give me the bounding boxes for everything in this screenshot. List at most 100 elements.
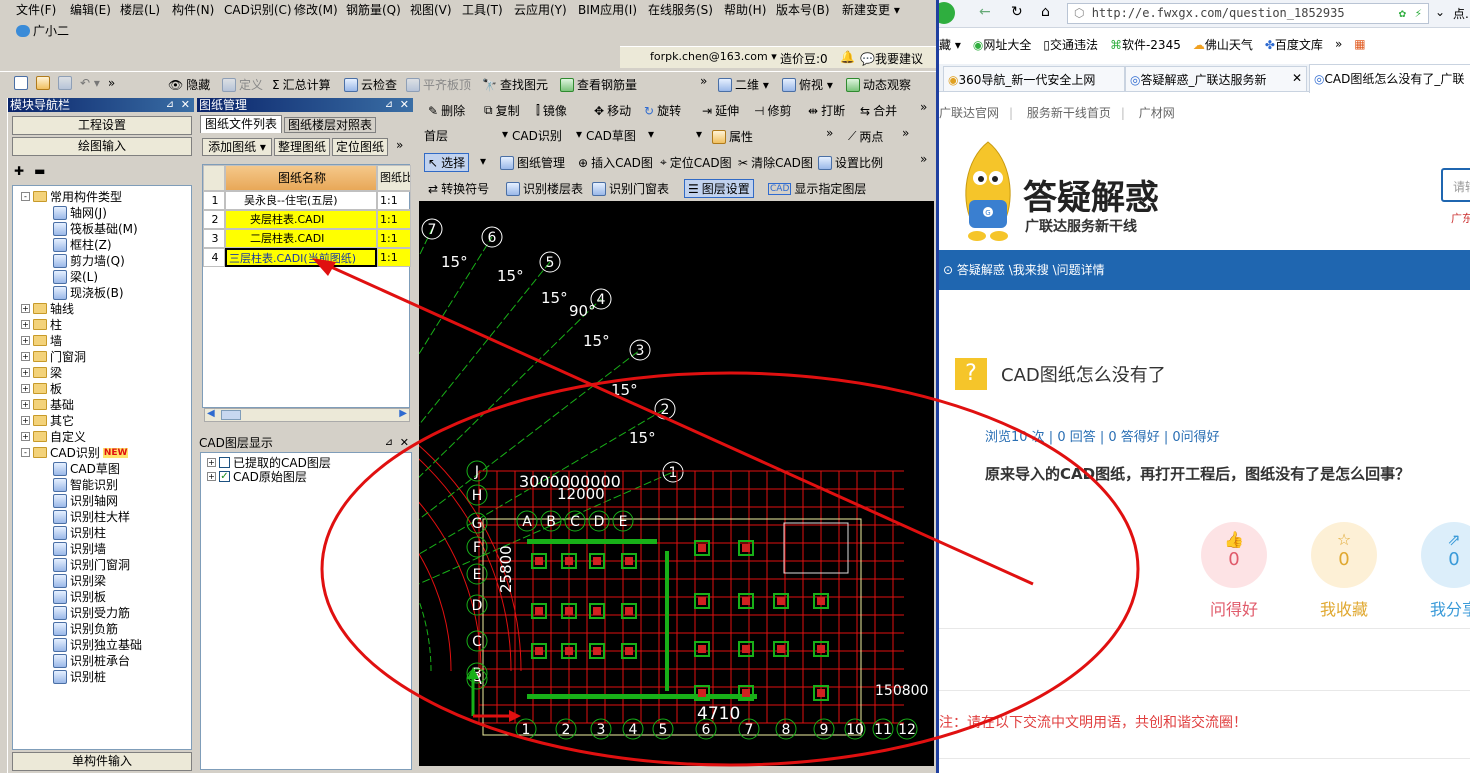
clear-cad-button[interactable]: ✂ 清除CAD图: [738, 154, 813, 171]
menu-modify[interactable]: 修改(M): [294, 1, 338, 18]
break-button[interactable]: ⇹ 打断: [808, 102, 845, 119]
dropdown-arrow-icon[interactable]: ▾: [480, 154, 486, 168]
tree-item[interactable]: + 墙: [21, 333, 62, 348]
scroll-right-icon[interactable]: ▶: [399, 408, 407, 419]
expand-icon[interactable]: +: [21, 384, 30, 393]
expand-icon[interactable]: +: [207, 458, 216, 467]
scroll-left-icon[interactable]: ◀: [207, 408, 215, 419]
view-rebar-button[interactable]: 查看钢筋量: [560, 76, 637, 93]
convert-symbol-button[interactable]: ⇄ 转换符号: [428, 180, 489, 197]
copy-button[interactable]: ⧉ 复制: [484, 102, 520, 119]
tab-close-icon[interactable]: ✕: [1292, 71, 1302, 85]
drawing-ratio[interactable]: 1:1: [377, 229, 411, 248]
mirror-button[interactable]: ⫿ 镜像: [536, 102, 567, 119]
define-button[interactable]: 定义: [222, 76, 263, 93]
action-share[interactable]: ⇗0 我分享: [1421, 522, 1470, 620]
drawing-name[interactable]: 二层柱表.CADI: [225, 229, 377, 248]
cad-canvas[interactable]: 7 6 5 4 3 2 1 15° 15° 15° 90° 15° 15° 15° J H G F E D C B A A B C…: [419, 201, 934, 766]
collapse-all-icon[interactable]: ▬: [34, 164, 45, 178]
flat-top-button[interactable]: 平齐板顶: [406, 76, 471, 93]
sum-button[interactable]: Σ 汇总计算: [272, 76, 331, 93]
tree-item[interactable]: 轴网(J): [53, 205, 107, 220]
layer-item-original[interactable]: + ✓ CAD原始图层: [207, 469, 307, 484]
save-icon[interactable]: [58, 76, 72, 90]
tree-item[interactable]: + 其它: [21, 413, 74, 428]
tree-item[interactable]: 梁(L): [53, 269, 98, 284]
collapse-icon[interactable]: -: [21, 448, 30, 457]
more-chevron-icon[interactable]: »: [902, 126, 909, 140]
drawing-ratio[interactable]: 1:1: [377, 191, 411, 210]
site-nav-link[interactable]: 服务新干线首页: [1027, 106, 1111, 120]
drawing-name[interactable]: 吴永良--住宅(五层): [225, 191, 377, 210]
undo-icon[interactable]: ↶ ▾: [80, 76, 100, 90]
properties-button[interactable]: 属性: [712, 128, 753, 145]
locate-cad-button[interactable]: ⌖ 定位CAD图: [660, 154, 732, 171]
tree-item[interactable]: 识别柱大样: [53, 509, 130, 524]
dropdown-arrow-icon[interactable]: ▾: [502, 127, 508, 141]
tree-item[interactable]: 现浇板(B): [53, 285, 124, 300]
pin-icon[interactable]: ⊿: [385, 98, 393, 112]
item-select[interactable]: ▾: [660, 127, 704, 145]
select-button[interactable]: ↖ 选择: [424, 153, 470, 172]
draw-input-button[interactable]: 绘图输入: [12, 137, 192, 156]
close-icon[interactable]: ✕: [181, 98, 190, 112]
locate-drawing-button[interactable]: 定位图纸: [332, 138, 388, 156]
row-number[interactable]: 1: [203, 191, 225, 210]
close-icon[interactable]: ✕: [400, 98, 409, 112]
browser-tab[interactable]: ◎答疑解惑_广联达服务新 ✕: [1125, 66, 1307, 92]
tree-item[interactable]: + 自定义: [21, 429, 86, 444]
tree-item[interactable]: 识别独立基础: [53, 637, 142, 652]
menu-cloud[interactable]: 云应用(Y): [514, 1, 567, 18]
site-nav-link[interactable]: 广联达官网: [939, 106, 999, 120]
drawing-name[interactable]: 三层柱表.CADI(当前图纸): [225, 248, 377, 267]
expand-icon[interactable]: +: [21, 416, 30, 425]
menu-floor[interactable]: 楼层(L): [120, 1, 160, 18]
account-email[interactable]: forpk.chen@163.com ▾: [650, 50, 777, 63]
menu-new-change[interactable]: 新建变更 ▾: [842, 1, 900, 18]
tree-item[interactable]: CAD草图: [53, 461, 120, 476]
recognize-floor-table-button[interactable]: 识别楼层表: [506, 180, 583, 197]
more-chevron-icon[interactable]: »: [920, 100, 927, 114]
delete-button[interactable]: ✎ 删除: [428, 102, 465, 119]
scroll-thumb[interactable]: [221, 410, 241, 420]
row-number[interactable]: 4: [203, 248, 225, 267]
bell-icon[interactable]: 🔔: [840, 50, 855, 64]
fav-item[interactable]: 藏 ▾: [939, 36, 961, 53]
checkbox-checked[interactable]: ✓: [219, 471, 230, 482]
move-button[interactable]: ✥ 移动: [594, 102, 631, 119]
menu-rebar[interactable]: 钢筋量(Q): [346, 1, 401, 18]
tree-item[interactable]: 识别桩承台: [53, 653, 130, 668]
extend-button[interactable]: ⇥ 延伸: [702, 102, 739, 119]
category-select[interactable]: CAD识别 ▾: [512, 127, 584, 145]
breadcrumb[interactable]: 答疑解惑 \我来搜 \问题详情: [957, 263, 1105, 277]
tree-item[interactable]: 智能识别: [53, 477, 118, 492]
tree-item[interactable]: 识别轴网: [53, 493, 118, 508]
cad-drawing[interactable]: 7 65432115°15°15°90°15°15°15°JHGFEDCBAA B C…: [419, 201, 934, 766]
site-nav-link[interactable]: 广材网: [1139, 106, 1175, 120]
open-file-icon[interactable]: [36, 76, 50, 90]
more-chevron-icon[interactable]: »: [700, 74, 707, 88]
refresh-icon[interactable]: ↻: [1011, 4, 1023, 20]
tree-item[interactable]: + 基础: [21, 397, 74, 412]
fav-item[interactable]: ⌘软件-2345: [1110, 36, 1181, 53]
table-hscroll[interactable]: ◀ ▶: [204, 408, 410, 422]
expand-icon[interactable]: +: [21, 304, 30, 313]
set-scale-button[interactable]: 设置比例: [818, 154, 883, 171]
menu-file[interactable]: 文件(F): [16, 1, 56, 18]
layer-settings-button[interactable]: ☰ 图层设置: [684, 179, 754, 198]
fav-item[interactable]: ▯交通违法: [1043, 36, 1098, 53]
view-2d-dropdown[interactable]: 二维 ▾: [718, 76, 769, 93]
tab-floor-map[interactable]: 图纸楼层对照表: [284, 117, 376, 133]
back-icon[interactable]: ←: [979, 4, 991, 20]
insert-cad-button[interactable]: ⊕ 插入CAD图: [578, 154, 653, 171]
drawing-mgr-button[interactable]: 图纸管理: [500, 154, 565, 171]
menu-tools[interactable]: 工具(T): [462, 1, 503, 18]
top-view-dropdown[interactable]: 俯视 ▾: [782, 76, 833, 93]
dropdown-arrow-icon[interactable]: ▾: [260, 140, 266, 154]
single-input-button[interactable]: 单构件输入: [12, 752, 192, 771]
action-good[interactable]: 👍 0 问得好: [1201, 522, 1267, 620]
browser-tab-active[interactable]: ◎CAD图纸怎么没有了_广联: [1309, 64, 1470, 93]
expand-icon[interactable]: +: [21, 352, 30, 361]
menu-help[interactable]: 帮助(H): [724, 1, 766, 18]
tree-item[interactable]: - 常用构件类型: [21, 189, 122, 204]
